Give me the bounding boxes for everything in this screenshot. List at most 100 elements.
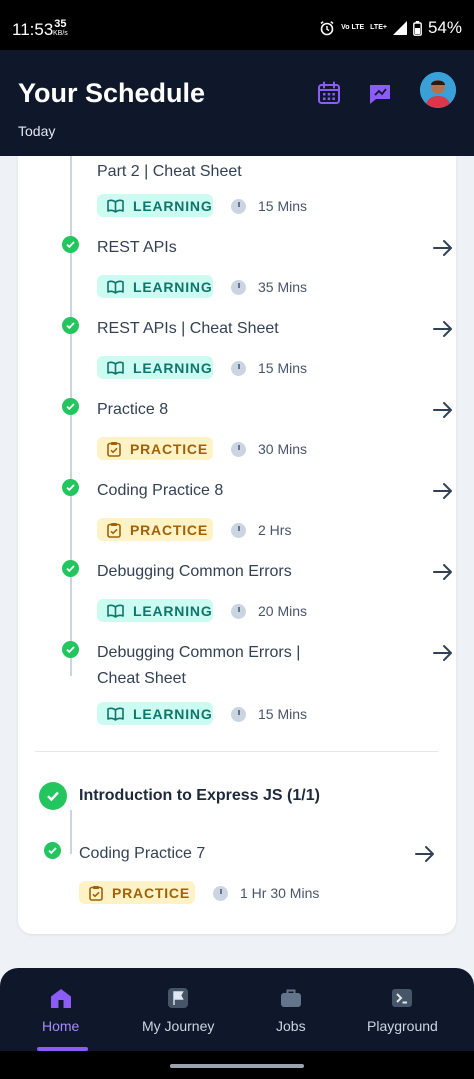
timeline-line bbox=[70, 810, 72, 854]
gesture-area bbox=[0, 1051, 474, 1079]
page-title: Your Schedule bbox=[18, 78, 206, 108]
learning-badge: LEARNING bbox=[97, 599, 213, 622]
arrow-right-icon[interactable] bbox=[432, 318, 454, 340]
clock-icon bbox=[231, 361, 246, 376]
calendar-icon[interactable] bbox=[316, 80, 342, 106]
network-speed: 35 KB/s bbox=[53, 19, 68, 39]
clock-icon bbox=[231, 442, 246, 457]
arrow-right-icon[interactable] bbox=[432, 399, 454, 421]
terminal-icon bbox=[392, 989, 413, 1007]
duration-text: 2 Hrs bbox=[258, 522, 292, 538]
clock-icon bbox=[231, 707, 246, 722]
completed-check-icon bbox=[44, 842, 61, 859]
book-icon bbox=[107, 361, 124, 375]
completed-check-icon bbox=[62, 560, 79, 577]
arrow-right-icon[interactable] bbox=[432, 561, 454, 583]
duration-text: 15 Mins bbox=[258, 360, 308, 376]
completed-check-icon bbox=[62, 479, 79, 496]
flag-icon bbox=[168, 988, 189, 1008]
section-title[interactable]: Introduction to Express JS (1/1) bbox=[79, 787, 320, 805]
badge-label: LEARNING bbox=[133, 197, 213, 214]
network-label-2: LTE+ bbox=[370, 24, 387, 31]
learning-badge: LEARNING bbox=[97, 275, 213, 298]
nav-item-my-journey[interactable]: My Journey bbox=[142, 986, 214, 1034]
battery-icon bbox=[413, 20, 422, 36]
status-time: 11:53 bbox=[12, 20, 54, 39]
nav-label: Playground bbox=[367, 1018, 438, 1034]
arrow-right-icon[interactable] bbox=[432, 480, 454, 502]
badge-label: PRACTICE bbox=[112, 884, 190, 901]
schedule-item-title[interactable]: Coding Practice 7 bbox=[79, 841, 205, 867]
schedule-item-title[interactable]: REST APIs | Cheat Sheet bbox=[97, 316, 279, 342]
nav-label: Jobs bbox=[276, 1018, 306, 1034]
page-subtitle: Today bbox=[18, 123, 56, 139]
duration-text: 30 Mins bbox=[258, 441, 308, 457]
nav-label: Home bbox=[42, 1018, 80, 1034]
arrow-right-icon[interactable] bbox=[414, 843, 436, 865]
signal-icon bbox=[392, 21, 407, 35]
schedule-card: Part 2 | Cheat Sheet LEARNING 15 Mins RE… bbox=[18, 156, 456, 934]
briefcase-icon bbox=[280, 989, 301, 1007]
completed-check-icon bbox=[62, 641, 79, 658]
status-icons: Vo LTE LTE+ 54% bbox=[319, 18, 462, 38]
duration-text: 15 Mins bbox=[258, 706, 308, 722]
arrow-right-icon[interactable] bbox=[432, 642, 454, 664]
badge-label: LEARNING bbox=[133, 359, 213, 376]
badge-label: PRACTICE bbox=[130, 440, 208, 457]
status-bar: 11:53 35 KB/s Vo LTE LTE+ 54% bbox=[0, 0, 474, 50]
battery-percent: 54% bbox=[427, 18, 462, 37]
schedule-item-title[interactable]: Part 2 | Cheat Sheet bbox=[97, 159, 242, 185]
schedule-item-title[interactable]: Debugging Common Errors | Cheat Sheet bbox=[97, 640, 317, 692]
book-icon bbox=[107, 199, 124, 213]
schedule-item-title[interactable]: Coding Practice 8 bbox=[97, 478, 223, 504]
learning-badge: LEARNING bbox=[97, 702, 213, 725]
practice-badge: PRACTICE bbox=[79, 881, 195, 904]
timeline-line bbox=[70, 156, 72, 676]
clock-icon bbox=[231, 604, 246, 619]
profile-photo bbox=[420, 72, 456, 108]
book-icon bbox=[107, 707, 124, 721]
badge-label: LEARNING bbox=[133, 602, 213, 619]
network-label-1: Vo LTE bbox=[341, 24, 365, 31]
learning-badge: LEARNING bbox=[97, 194, 213, 217]
arrow-right-icon[interactable] bbox=[432, 237, 454, 259]
badge-label: PRACTICE bbox=[130, 521, 208, 538]
badge-label: LEARNING bbox=[133, 278, 213, 295]
duration-text: 35 Mins bbox=[258, 279, 308, 295]
completed-check-icon bbox=[62, 236, 79, 253]
nav-label: My Journey bbox=[142, 1018, 215, 1034]
book-icon bbox=[107, 604, 124, 618]
clock-icon bbox=[213, 886, 228, 901]
nav-item-jobs[interactable]: Jobs bbox=[276, 986, 306, 1034]
nav-item-playground[interactable]: Playground bbox=[367, 986, 438, 1034]
badge-label: LEARNING bbox=[133, 705, 213, 722]
completed-check-icon bbox=[62, 398, 79, 415]
alarm-icon bbox=[320, 21, 334, 36]
network-speed-unit: KB/s bbox=[53, 30, 68, 37]
section-divider bbox=[35, 751, 438, 752]
practice-badge: PRACTICE bbox=[97, 518, 213, 541]
duration-text: 20 Mins bbox=[258, 603, 308, 619]
section-complete-check-icon bbox=[39, 782, 67, 810]
avatar[interactable] bbox=[420, 72, 456, 108]
clipboard-check-icon bbox=[107, 441, 121, 457]
clock-icon bbox=[231, 523, 246, 538]
home-icon bbox=[50, 989, 71, 1008]
feedback-chat-icon[interactable] bbox=[367, 80, 393, 106]
nav-item-home[interactable]: Home bbox=[42, 986, 79, 1034]
completed-check-icon bbox=[62, 317, 79, 334]
clipboard-check-icon bbox=[89, 885, 103, 901]
clipboard-check-icon bbox=[107, 522, 121, 538]
gesture-handle[interactable] bbox=[170, 1064, 304, 1068]
schedule-item-title[interactable]: Practice 8 bbox=[97, 397, 168, 423]
clock-icon bbox=[231, 280, 246, 295]
clock-icon bbox=[231, 199, 246, 214]
schedule-item-title[interactable]: REST APIs bbox=[97, 235, 177, 261]
duration-text: 15 Mins bbox=[258, 198, 308, 214]
book-icon bbox=[107, 280, 124, 294]
schedule-item-title[interactable]: Debugging Common Errors bbox=[97, 559, 292, 585]
learning-badge: LEARNING bbox=[97, 356, 213, 379]
app-header: Your Schedule Today bbox=[0, 50, 474, 156]
practice-badge: PRACTICE bbox=[97, 437, 213, 460]
duration-text: 1 Hr 30 Mins bbox=[240, 885, 320, 901]
